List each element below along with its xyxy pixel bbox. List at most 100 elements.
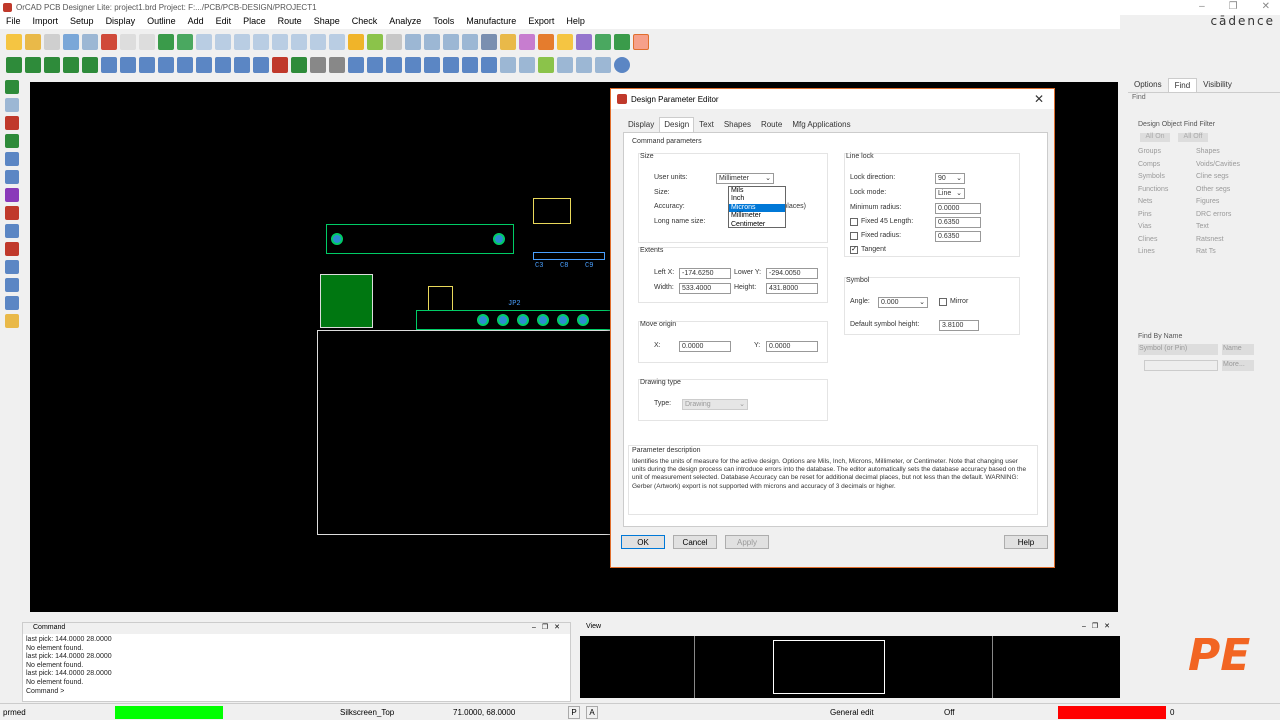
bubble-icon[interactable] [234,57,250,73]
filter-voids[interactable]: Voids/Cavities [1196,161,1240,168]
option-inch[interactable]: Inch [729,195,785,203]
filter-lines[interactable]: Lines [1138,248,1168,255]
part-outline[interactable] [428,286,453,312]
via-icon[interactable] [196,57,212,73]
cline-icon[interactable] [5,152,19,166]
menu-import[interactable]: Import [27,15,65,29]
name-select[interactable]: Name [1222,344,1254,355]
report-icon[interactable] [538,57,554,73]
stripes-icon[interactable] [5,206,19,220]
help-button[interactable]: Help [1004,535,1048,549]
mirror-checkbox[interactable] [939,298,947,306]
custom-smooth-icon[interactable] [158,57,174,73]
info-icon[interactable] [481,34,497,50]
command-log[interactable]: last pick: 144.0000 28.0000 No element f… [23,634,570,698]
help-icon[interactable] [614,57,630,73]
zoom-world-icon[interactable] [272,34,288,50]
filter-cline-segs[interactable]: Cline segs [1196,173,1240,180]
world-view[interactable] [580,636,1120,698]
fixed-radius-checkbox[interactable] [850,232,858,240]
export-icon[interactable] [557,57,573,73]
highlight-icon[interactable] [538,34,554,50]
zoom-previous-icon[interactable] [310,34,326,50]
all-off-button[interactable]: All Off [1178,133,1208,142]
menu-tools[interactable]: Tools [427,15,460,29]
slide-icon[interactable] [120,57,136,73]
menu-edit[interactable]: Edit [210,15,238,29]
filter-rat-ts[interactable]: Rat Ts [1196,248,1240,255]
net-icon[interactable] [5,116,19,130]
filter-other-segs[interactable]: Other segs [1196,186,1240,193]
tab-design[interactable]: Design [659,117,695,132]
filter-pins[interactable]: Pins [1138,211,1168,218]
menu-place[interactable]: Place [237,15,272,29]
menu-export[interactable]: Export [522,15,560,29]
zoom-out-icon[interactable] [253,34,269,50]
undo-icon[interactable] [120,34,136,50]
zoom-in-icon[interactable] [234,34,250,50]
measure-icon[interactable] [519,34,535,50]
filter-figures[interactable]: Figures [1196,198,1240,205]
user-units-select[interactable]: Millimeter ⌄ [716,173,774,184]
status-drc-indicator[interactable] [1058,706,1166,719]
drc-icon[interactable] [614,34,630,50]
shape-icon[interactable] [158,34,174,50]
place-manual-icon[interactable] [25,57,41,73]
symbol-or-pin-select[interactable]: Symbol (or Pin) [1138,344,1218,355]
tab-find[interactable]: Find [1167,78,1198,92]
cap-component[interactable] [533,198,571,224]
color-icon[interactable] [367,34,383,50]
left-x-input[interactable]: -174.6250 [679,268,731,279]
filter-symbols[interactable]: Symbols [1138,173,1168,180]
cancel-button[interactable]: Cancel [673,535,717,549]
place-icon[interactable] [6,57,22,73]
tab-route[interactable]: Route [756,117,787,132]
pin-icon[interactable] [177,34,193,50]
route-diff-icon[interactable] [5,188,19,202]
lock-direction-select[interactable]: 90 ⌄ [935,173,965,184]
zoom-fit-icon[interactable] [215,34,231,50]
circle-icon[interactable] [424,57,440,73]
ic-component[interactable] [320,274,373,328]
align-icon[interactable] [63,57,79,73]
lock-mode-select[interactable]: Line ⌄ [935,188,965,199]
add-line-icon[interactable] [5,134,19,148]
menu-shape[interactable]: Shape [308,15,346,29]
lower-y-input[interactable]: -294.0050 [766,268,818,279]
fixed-radius-input[interactable]: 0.6350 [935,231,981,242]
redraw-icon[interactable] [329,34,345,50]
save-icon[interactable] [44,34,60,50]
option-centimeter[interactable]: Centimeter [729,221,785,229]
dimension-icon[interactable] [348,57,364,73]
tab-display[interactable]: Display [623,117,659,132]
diagonal-line-icon[interactable] [5,260,19,274]
select-icon[interactable] [5,98,19,112]
apply-button[interactable]: Apply [725,535,769,549]
option-millimeter[interactable]: Millimeter [729,212,785,220]
display-icon[interactable] [424,34,440,50]
all-on-button[interactable]: All On [1140,133,1170,142]
menu-add[interactable]: Add [182,15,210,29]
filter-text[interactable]: Text [1196,223,1240,230]
tab-text[interactable]: Text [694,117,719,132]
origin-x-input[interactable]: 0.0000 [679,341,731,352]
arc-icon[interactable] [443,57,459,73]
open-icon[interactable] [25,34,41,50]
tab-visibility[interactable]: Visibility [1197,78,1238,92]
move-icon[interactable] [63,34,79,50]
filter-shapes[interactable]: Shapes [1196,148,1240,155]
default-symbol-height-input[interactable]: 3.8100 [939,320,979,331]
filter-groups[interactable]: Groups [1138,148,1168,155]
panel-controls-icon[interactable]: –❐✕ [1082,622,1116,630]
option-mils[interactable]: Mils [729,187,785,195]
tab-options[interactable]: Options [1128,78,1168,92]
filter-drc-errors[interactable]: DRC errors [1196,211,1240,218]
connector-jp2[interactable] [416,310,612,330]
package-icon[interactable] [5,242,19,256]
filter-clines[interactable]: Clines [1138,236,1168,243]
tab-shapes[interactable]: Shapes [719,117,756,132]
unroute-icon[interactable] [272,57,288,73]
edit-property-icon[interactable] [5,296,19,310]
add-connect-icon[interactable] [101,57,117,73]
text-icon[interactable] [367,57,383,73]
